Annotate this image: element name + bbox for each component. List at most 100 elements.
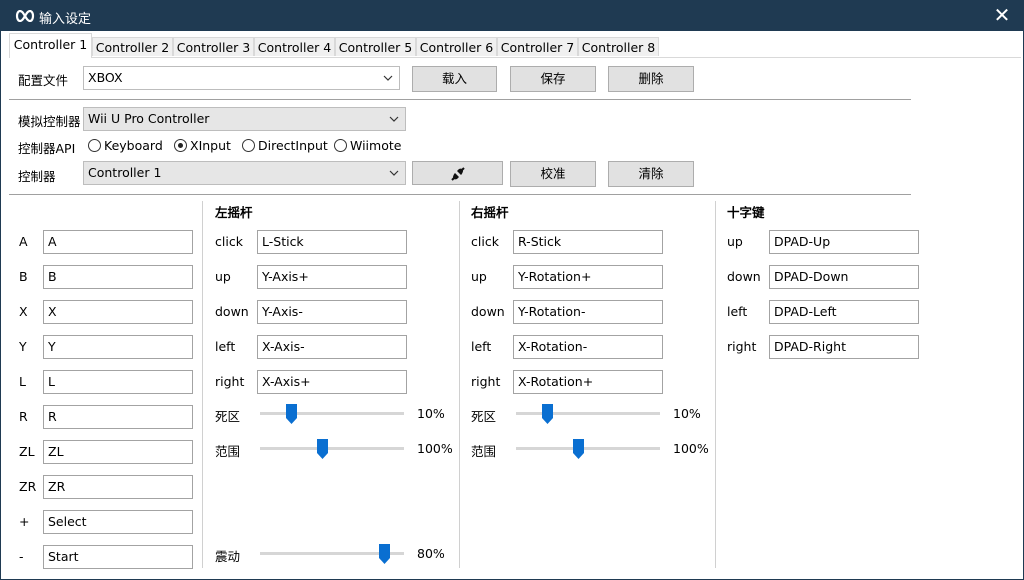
- left-stick-click-field[interactable]: L-Stick: [257, 230, 407, 254]
- radio-button[interactable]: [174, 139, 187, 152]
- mapping-zr[interactable]: ZR: [43, 475, 193, 499]
- radio-button[interactable]: [88, 139, 101, 152]
- left-stick-left-label: left: [215, 339, 236, 354]
- left-stick-click-label: click: [215, 234, 243, 249]
- dpad-up-label: up: [727, 234, 743, 249]
- tab-controller-2[interactable]: Controller 2: [92, 37, 173, 56]
- column-divider: [715, 201, 716, 568]
- api-radio-group: Keyboard XInput DirectInput Wiimote: [88, 138, 408, 154]
- left-stick-down-label: down: [215, 304, 249, 319]
- button-name-x: X: [19, 304, 28, 319]
- gamepad-infinity-icon: [15, 10, 35, 22]
- radio-button[interactable]: [242, 139, 255, 152]
- left-deadzone-label: 死区: [215, 409, 241, 424]
- button-name-a: A: [19, 234, 28, 249]
- left-stick-right-field[interactable]: X-Axis+: [257, 370, 407, 394]
- left-stick-up-field[interactable]: Y-Axis+: [257, 265, 407, 289]
- right-stick-click-field[interactable]: R-Stick: [513, 230, 663, 254]
- radio-keyboard[interactable]: Keyboard: [88, 138, 168, 154]
- radio-label: XInput: [190, 138, 231, 153]
- radio-xinput[interactable]: XInput: [174, 138, 240, 154]
- dpad-right-label: right: [727, 339, 757, 354]
- right-deadzone-label: 死区: [471, 409, 497, 424]
- button-name-b: B: [19, 269, 28, 284]
- tab-controller-5[interactable]: Controller 5: [335, 37, 416, 56]
- slider-thumb[interactable]: [317, 439, 329, 459]
- mapping-x[interactable]: X: [43, 300, 193, 324]
- right-range-slider[interactable]: [516, 439, 660, 459]
- slider-thumb[interactable]: [379, 544, 391, 564]
- rumble-slider[interactable]: [260, 544, 404, 564]
- right-deadzone-value: 10%: [673, 406, 701, 421]
- chevron-down-icon: [389, 170, 399, 176]
- mapping-y[interactable]: Y: [43, 335, 193, 359]
- column-divider: [202, 201, 203, 568]
- mapping-minus[interactable]: Start: [43, 545, 193, 569]
- tab-controller-6[interactable]: Controller 6: [416, 37, 497, 56]
- mapping-l[interactable]: L: [43, 370, 193, 394]
- right-stick-left-field[interactable]: X-Rotation-: [513, 335, 663, 359]
- clear-button[interactable]: 清除: [608, 161, 694, 187]
- left-stick-down-field[interactable]: Y-Axis-: [257, 300, 407, 324]
- right-stick-right-field[interactable]: X-Rotation+: [513, 370, 663, 394]
- controller-combobox[interactable]: Controller 1: [83, 161, 406, 185]
- dpad-left-field[interactable]: DPAD-Left: [769, 300, 919, 324]
- right-stick-up-field[interactable]: Y-Rotation+: [513, 265, 663, 289]
- radio-wiimote[interactable]: Wiimote: [334, 138, 404, 154]
- radio-label: Keyboard: [104, 138, 163, 153]
- tab-controller-1[interactable]: Controller 1: [9, 33, 92, 58]
- tab-controller-3[interactable]: Controller 3: [173, 37, 254, 56]
- profile-label: 配置文件: [18, 73, 69, 88]
- left-range-slider[interactable]: [260, 439, 404, 459]
- slider-thumb[interactable]: [542, 404, 554, 424]
- emulated-controller-label: 模拟控制器: [18, 114, 81, 129]
- button-name-plus: +: [19, 514, 30, 529]
- rumble-label: 震动: [215, 549, 241, 564]
- radio-button[interactable]: [334, 139, 347, 152]
- connect-button[interactable]: [412, 161, 503, 185]
- emulated-controller-combobox[interactable]: Wii U Pro Controller: [83, 107, 406, 131]
- mapping-r[interactable]: R: [43, 405, 193, 429]
- divider: [9, 194, 911, 195]
- right-stick-group: 右摇杆 click R-Stick up Y-Rotation+ down Y-…: [471, 202, 711, 462]
- chevron-down-icon: [383, 75, 393, 81]
- right-range-label: 范围: [471, 444, 497, 459]
- radio-directinput[interactable]: DirectInput: [242, 138, 332, 154]
- column-divider: [459, 201, 460, 568]
- left-range-value: 100%: [417, 441, 453, 456]
- slider-thumb[interactable]: [286, 404, 298, 424]
- tab-controller-4[interactable]: Controller 4: [254, 37, 335, 56]
- profile-combobox[interactable]: XBOX: [83, 66, 400, 90]
- mapping-plus[interactable]: Select: [43, 510, 193, 534]
- button-name-r: R: [19, 409, 28, 424]
- slider-thumb[interactable]: [573, 439, 585, 459]
- input-settings-window: 输入设定 ✕ Controller 1 Controller 2 Control…: [0, 0, 1024, 580]
- dpad-right-field[interactable]: DPAD-Right: [769, 335, 919, 359]
- emulated-controller-value: Wii U Pro Controller: [88, 111, 210, 126]
- controller-value: Controller 1: [88, 165, 162, 180]
- button-name-l: L: [19, 374, 26, 389]
- close-icon[interactable]: ✕: [991, 4, 1013, 26]
- profile-value: XBOX: [88, 70, 123, 85]
- right-stick-down-field[interactable]: Y-Rotation-: [513, 300, 663, 324]
- left-deadzone-value: 10%: [417, 406, 445, 421]
- dpad-down-field[interactable]: DPAD-Down: [769, 265, 919, 289]
- right-deadzone-slider[interactable]: [516, 404, 660, 424]
- mapping-zl[interactable]: ZL: [43, 440, 193, 464]
- dpad-left-label: left: [727, 304, 748, 319]
- controller-1-panel: 配置文件 XBOX 载入 保存 删除 模拟控制器 Wii U Pro Contr…: [9, 57, 1021, 578]
- load-button[interactable]: 载入: [412, 66, 497, 92]
- save-button[interactable]: 保存: [510, 66, 596, 92]
- dpad-up-field[interactable]: DPAD-Up: [769, 230, 919, 254]
- delete-button[interactable]: 删除: [608, 66, 694, 92]
- chevron-down-icon: [389, 116, 399, 122]
- button-name-y: Y: [19, 339, 27, 354]
- tab-controller-7[interactable]: Controller 7: [497, 37, 578, 56]
- mapping-b[interactable]: B: [43, 265, 193, 289]
- left-stick-left-field[interactable]: X-Axis-: [257, 335, 407, 359]
- calibrate-button[interactable]: 校准: [510, 161, 596, 187]
- mapping-a[interactable]: A: [43, 230, 193, 254]
- tab-controller-8[interactable]: Controller 8: [578, 37, 659, 56]
- dpad-title: 十字键: [727, 205, 765, 220]
- left-deadzone-slider[interactable]: [260, 404, 404, 424]
